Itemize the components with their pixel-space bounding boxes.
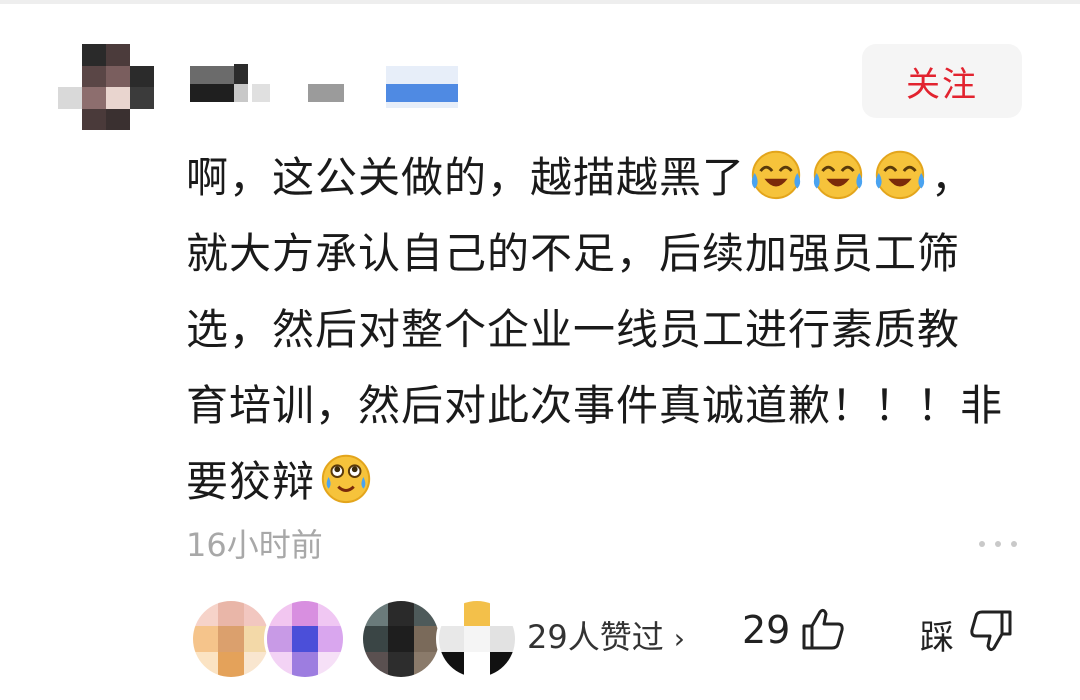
comment-line-3: 选，然后对整个企业一线员工进行素质教: [186, 305, 961, 354]
thumbs-down-icon[interactable]: [968, 608, 1014, 654]
comment-line-1-comma: ，: [931, 153, 975, 202]
tears-of-joy-emoji-icon: [813, 150, 863, 200]
comment-text: 啊，这公关做的，越描越黑了 ， 就大方承认自己的不足，后续加强员工筛 选，然后对…: [186, 140, 1036, 520]
chevron-right-icon: ›: [673, 622, 685, 655]
liked-count-label: 29人赞过: [527, 618, 664, 656]
thumbs-up-icon[interactable]: [800, 606, 846, 652]
crying-looking-up-emoji-icon: [321, 454, 371, 504]
more-dots-icon[interactable]: [978, 540, 1018, 548]
liked-count-link[interactable]: 29人赞过 ›: [527, 612, 685, 658]
follow-button[interactable]: 关注: [862, 44, 1022, 118]
avatar[interactable]: [58, 44, 154, 130]
liker-avatar[interactable]: [190, 598, 272, 680]
tears-of-joy-emoji-icon: [751, 150, 801, 200]
comment-card: 关注 啊，这公关做的，越描越黑了 ， 就大方承认自己的不足，后续加强员工筛 选，…: [0, 0, 1080, 700]
liker-avatar[interactable]: [436, 598, 518, 680]
liker-avatar[interactable]: [264, 598, 346, 680]
comment-line-2: 就大方承认自己的不足，后续加强员工筛: [186, 229, 961, 278]
comment-line-4: 育培训，然后对此次事件真诚道歉！！！非: [186, 381, 1004, 430]
comment-timestamp: 16小时前: [186, 526, 323, 564]
comment-line-5: 要狡辩: [186, 444, 1036, 520]
top-divider: [0, 0, 1080, 4]
dislike-label[interactable]: 踩: [920, 610, 954, 659]
comment-line-1: 啊，这公关做的，越描越黑了 ，: [186, 140, 1036, 216]
comment-line-1-text: 啊，这公关做的，越描越黑了: [186, 153, 746, 202]
liker-avatar[interactable]: [360, 598, 442, 680]
comment-line-5-text: 要狡辩: [186, 457, 316, 506]
like-count: 29: [742, 608, 791, 652]
tears-of-joy-emoji-icon: [875, 150, 925, 200]
